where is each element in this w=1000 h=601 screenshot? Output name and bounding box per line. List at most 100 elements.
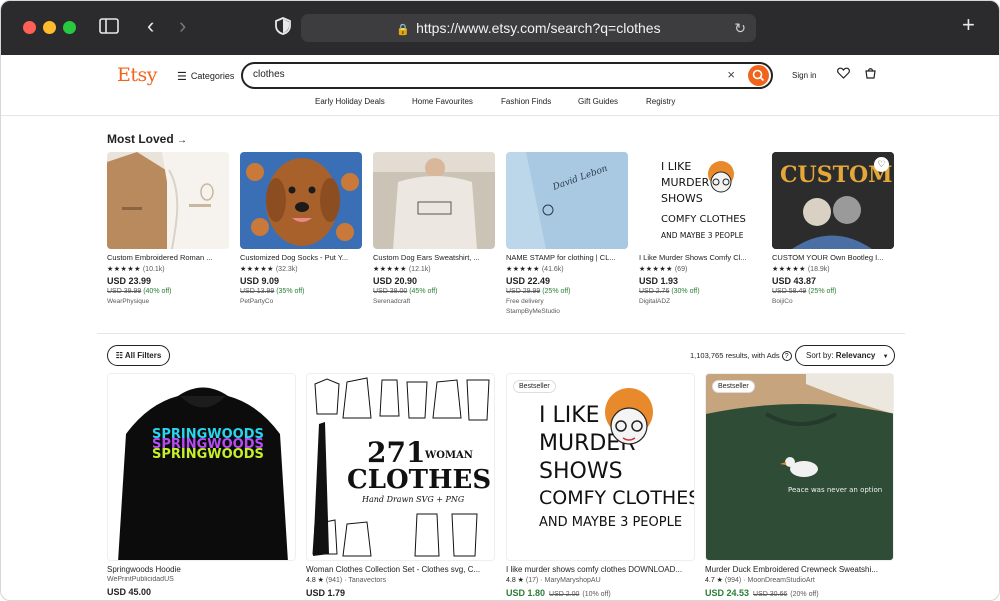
star-rating-icon: ★★★★★ [639, 266, 673, 273]
shop-name[interactable]: MoonDreamStudioArt [748, 577, 815, 584]
murder-line-3: SHOWS [661, 192, 703, 205]
favorite-heart-icon[interactable]: ♡ [874, 157, 889, 172]
etsy-logo[interactable]: Etsy [117, 64, 158, 86]
most-loved-card[interactable]: Custom Dog Ears Sweatshirt, ... ★★★★★ (1… [373, 152, 495, 305]
forward-icon[interactable]: › [179, 15, 186, 37]
address-bar[interactable]: 🔒 https://www.etsy.com/search?q=clothes ↻ [301, 14, 756, 42]
murder-line-1: I LIKE [539, 403, 600, 428]
original-price: USD 29.99 [506, 288, 541, 295]
nav-fashion-finds[interactable]: Fashion Finds [501, 97, 551, 106]
cart-icon[interactable] [864, 67, 877, 82]
listing-title: Woman Clothes Collection Set - Clothes s… [306, 565, 481, 574]
nav-registry[interactable]: Registry [646, 97, 675, 106]
listing-price-block: USD 24.53 USD 30.66 (20% off) [705, 588, 894, 598]
product-image [373, 152, 495, 249]
header-divider [1, 115, 999, 116]
product-price: USD 1.93 [639, 276, 679, 286]
star-rating-icon: ★★★★★ [373, 266, 407, 273]
original-price: USD 38.00 [373, 288, 408, 295]
all-filters-button[interactable]: ☷ All Filters [107, 345, 170, 366]
product-title: Custom Embroidered Roman ... [107, 253, 213, 262]
listing-price-block: USD 1.80 USD 2.00 (10% off) [506, 588, 695, 598]
shop-name[interactable]: WearPhysique [107, 298, 229, 305]
chevron-down-icon: ▼ [882, 354, 889, 360]
review-count: (941) [325, 577, 343, 584]
product-rating: ★★★★★ (32.3k) [240, 265, 362, 273]
search-bar[interactable]: clothes × [241, 62, 773, 89]
categories-button[interactable]: ☰ Categories [177, 70, 234, 83]
most-loved-card[interactable]: I LIKE MURDER SHOWS COMFY CLOTHES AND MA… [639, 152, 761, 305]
shop-name[interactable]: PetPartyCo [240, 298, 362, 305]
product-rating: ★★★★★ (41.6k) [506, 265, 628, 273]
sidebar-icon[interactable] [99, 17, 119, 39]
product-title: NAME STAMP for clothing | CL... [506, 253, 616, 262]
nav-gift-guides[interactable]: Gift Guides [578, 97, 618, 106]
shop-name[interactable]: MaryMaryshopAU [545, 577, 601, 584]
sort-label: Sort by: [806, 351, 836, 360]
listing-rating: 4.8 ★ [506, 577, 524, 584]
product-discount: USD 13.99 (35% off) [240, 288, 362, 295]
star-rating-icon: ★★★★★ [240, 266, 274, 273]
most-loved-card[interactable]: Customized Dog Socks - Put Y... ★★★★★ (3… [240, 152, 362, 305]
product-title: Custom Dog Ears Sweatshirt, ... [373, 253, 480, 262]
star-rating-icon: ★★★★★ [772, 266, 806, 273]
shop-name[interactable]: WePrintPublicidadUS [107, 576, 174, 583]
reload-icon[interactable]: ↻ [734, 14, 746, 42]
back-icon[interactable]: ‹ [147, 15, 154, 37]
most-loved-card[interactable]: Custom Embroidered Roman ... ★★★★★ (10.1… [107, 152, 229, 305]
clear-search-icon[interactable]: × [727, 67, 735, 82]
murder-line-5: AND MAYBE 3 PEOPLE [539, 515, 682, 530]
shield-icon[interactable] [275, 17, 291, 39]
menu-icon: ☰ [177, 71, 187, 83]
murder-line-4: COMFY CLOTHES [661, 214, 746, 225]
minimize-window-button[interactable] [43, 21, 56, 34]
listing-image: Peace was never an option Bestseller [705, 373, 894, 561]
murder-line-2: MURDER [661, 176, 710, 189]
url-text: https://www.etsy.com/search?q=clothes [416, 20, 661, 36]
search-button[interactable] [748, 65, 769, 86]
nav-home-favourites[interactable]: Home Favourites [412, 97, 473, 106]
nav-early-holiday-deals[interactable]: Early Holiday Deals [315, 97, 385, 106]
listing-card[interactable]: I LIKE MURDER SHOWS COMFY CLOTHES AND MA… [506, 373, 695, 598]
product-discount: USD 29.99 (25% off) [506, 288, 628, 295]
murder-line-3: SHOWS [539, 459, 623, 484]
results-count: 1,103,765 results, with Ads? [690, 351, 792, 361]
most-loved-card[interactable]: David Lebon NAME STAMP for clothing | CL… [506, 152, 628, 315]
duck-text: Peace was never an option [788, 486, 882, 494]
listing-card[interactable]: Peace was never an option Bestseller Mur… [705, 373, 894, 598]
original-price: USD 58.49 [772, 288, 807, 295]
product-discount: USD 39.99 (40% off) [107, 288, 229, 295]
favorites-heart-icon[interactable] [837, 67, 850, 82]
sign-in-link[interactable]: Sign in [792, 71, 816, 80]
bestseller-badge: Bestseller [513, 380, 556, 393]
close-window-button[interactable] [23, 21, 36, 34]
help-icon[interactable]: ? [781, 351, 792, 361]
search-input[interactable]: clothes [253, 69, 285, 80]
listing-card[interactable]: 271 WOMAN CLOTHES Hand Drawn SVG + PNG W… [306, 373, 495, 598]
listing-card[interactable]: SPRINGWOODS SPRINGWOODS SPRINGWOODS Spri… [107, 373, 296, 597]
product-price: USD 9.09 [240, 276, 280, 286]
listing-price: USD 45.00 [107, 587, 152, 597]
review-count: (17) [525, 577, 539, 584]
zoom-window-button[interactable] [63, 21, 76, 34]
murder-line-1: I LIKE [661, 160, 691, 173]
shop-name[interactable]: DigitalADZ [639, 298, 761, 305]
shop-name[interactable]: Serenadcraft [373, 298, 495, 305]
most-loved-card[interactable]: CUSTOM ♡ CUSTOM YOUR Own Bootleg I... ★★… [772, 152, 894, 305]
star-rating-icon: ★★★★★ [107, 266, 141, 273]
shop-name[interactable]: BoijiCo [772, 298, 894, 305]
clothes-title: CLOTHES [347, 465, 491, 495]
product-price: USD 43.87 [772, 276, 817, 286]
all-filters-label: All Filters [124, 351, 162, 360]
shop-name[interactable]: Tanavectors [348, 577, 386, 584]
product-rating: ★★★★★ (18.9k) [772, 265, 894, 273]
listing-price: USD 24.53 [705, 588, 750, 598]
new-tab-icon[interactable]: + [962, 14, 975, 36]
product-rating: ★★★★★ (10.1k) [107, 265, 229, 273]
listing-meta: 4.8 ★ (941) · Tanavectors [306, 577, 387, 584]
product-price: USD 22.49 [506, 276, 551, 286]
shop-name[interactable]: StampByMeStudio [506, 308, 628, 315]
sort-dropdown[interactable]: Sort by: Relevancy ▼ [795, 345, 895, 366]
most-loved-heading[interactable]: Most Loved → [107, 132, 187, 146]
original-price: USD 2.76 [639, 288, 670, 295]
